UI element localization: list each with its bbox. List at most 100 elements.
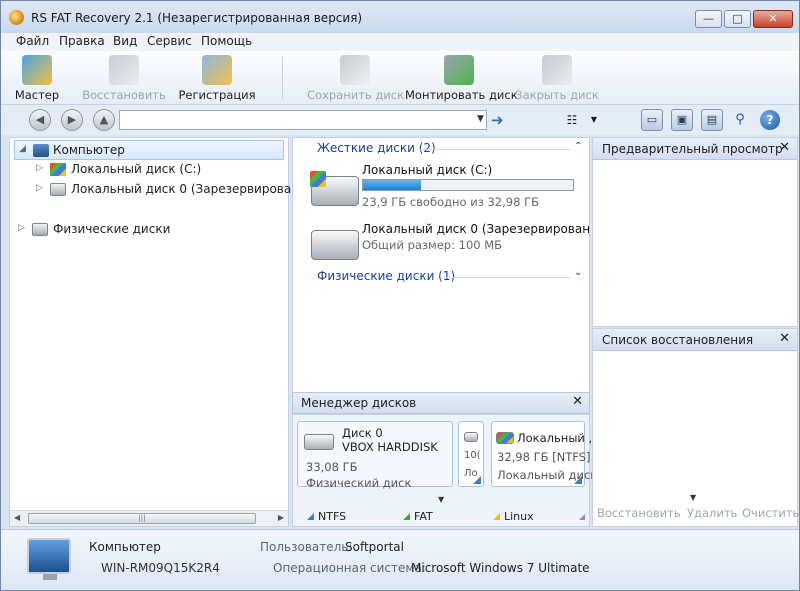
- up-button[interactable]: ▲: [93, 109, 115, 131]
- disk-manager-header: Менеджер дисков ✕: [292, 392, 590, 414]
- master-button[interactable]: Мастер: [9, 51, 65, 105]
- windows-drive-icon: [496, 432, 514, 444]
- close-icon[interactable]: ✕: [779, 331, 790, 346]
- view-dropdown-icon[interactable]: ▼: [585, 111, 603, 129]
- disk-item-local-c[interactable]: Локальный диск (C:) 23,9 ГБ свободно из …: [293, 160, 589, 212]
- wizard-icon: [22, 55, 52, 85]
- close-icon[interactable]: ✕: [779, 140, 790, 155]
- save-icon[interactable]: ▤: [701, 109, 723, 131]
- disk-view-icon[interactable]: ▭: [641, 109, 663, 131]
- drive-icon: [464, 432, 478, 442]
- restore-icon: [109, 55, 139, 85]
- physical-disks-header[interactable]: Физические диски (1): [317, 269, 455, 283]
- windows-drive-icon: [50, 163, 66, 176]
- disk-manager-panel: Диск 0 VBOX HARDDISK 33,08 ГБ Физический…: [292, 414, 597, 527]
- expand-down-icon[interactable]: ▼: [438, 495, 444, 504]
- usage-bar-fill: [363, 180, 421, 190]
- save-disk-icon: [340, 55, 370, 85]
- computer-icon: [27, 538, 71, 580]
- forward-button[interactable]: ▶: [61, 109, 83, 131]
- image-view-icon[interactable]: ▣: [671, 109, 693, 131]
- back-button[interactable]: ◀: [29, 109, 51, 131]
- status-bar: Компьютер WIN-RM09Q15K2R4 Пользователь: …: [1, 529, 799, 590]
- address-bar: ◀ ▶ ▲ ▼ ➜ ☷ ▼ ▭ ▣ ▤ ⚲ ?: [1, 105, 799, 135]
- disk-item-local-0[interactable]: Локальный диск 0 (Зарезервирован Общий р…: [293, 218, 590, 262]
- close-disk-button[interactable]: Закрыть диск: [515, 51, 599, 105]
- group-divider: [443, 277, 570, 278]
- app-icon: [9, 10, 24, 25]
- expand-down-icon[interactable]: ▼: [690, 493, 696, 502]
- drive-icon: [311, 230, 359, 260]
- horizontal-scrollbar[interactable]: ◀ ||| ▶: [10, 510, 288, 526]
- legend-linux: Linux: [493, 510, 534, 523]
- scroll-left-icon[interactable]: ◀: [14, 513, 20, 522]
- menu-file[interactable]: Файл: [16, 34, 49, 48]
- os-label: Операционная система:: [273, 561, 426, 575]
- arrow-right-icon[interactable]: ➜: [491, 111, 504, 129]
- toolbar: Мастер Восстановить Регистрация Сохранит…: [1, 51, 799, 105]
- ntfs-marker: [473, 476, 481, 484]
- recovery-list-panel: Список восстановления ✕ ▼ Восстановить У…: [592, 328, 799, 527]
- mount-disk-icon: [444, 55, 474, 85]
- delete-action-button[interactable]: Удалить: [687, 506, 737, 520]
- menu-help[interactable]: Помощь: [201, 34, 252, 48]
- group-divider: [420, 149, 570, 150]
- preview-header: Предварительный просмотр ✕: [593, 138, 797, 160]
- close-disk-icon: [542, 55, 572, 85]
- clear-action-button[interactable]: Очистить: [742, 506, 799, 520]
- minimize-button[interactable]: —: [695, 10, 722, 28]
- os-value: Microsoft Windows 7 Ultimate: [411, 561, 590, 575]
- recovery-list-header: Список восстановления ✕: [593, 329, 797, 351]
- close-icon[interactable]: ✕: [572, 394, 583, 409]
- collapse-icon[interactable]: ◢: [19, 144, 26, 154]
- recovery-actions: Восстановить Удалить Очистить: [593, 504, 799, 524]
- title-bar: RS FAT Recovery 2.1 (Незарегистрированна…: [1, 1, 799, 33]
- register-button[interactable]: Регистрация: [177, 51, 257, 105]
- scroll-thumb[interactable]: |||: [28, 513, 256, 524]
- tree-item-computer[interactable]: ◢ Компьютер: [14, 140, 284, 160]
- scroll-right-icon[interactable]: ▶: [278, 513, 284, 522]
- drive-icon: [304, 434, 334, 450]
- drive-icon: [50, 183, 66, 196]
- restore-button[interactable]: Восстановить: [79, 51, 169, 105]
- window-title: RS FAT Recovery 2.1 (Незарегистрированна…: [31, 11, 363, 25]
- menu-bar: Файл Правка Вид Сервис Помощь: [1, 33, 799, 51]
- expand-icon[interactable]: ▷: [36, 183, 43, 193]
- user-value: Softportal: [345, 540, 404, 554]
- user-label: Пользователь:: [260, 540, 353, 554]
- resize-grip-icon[interactable]: [579, 514, 585, 520]
- preview-panel: Предварительный просмотр ✕: [592, 137, 798, 327]
- maximize-button[interactable]: □: [724, 10, 751, 28]
- expand-icon[interactable]: ▷: [18, 223, 25, 233]
- disk-card-reserved[interactable]: 10( Ло: [458, 421, 484, 487]
- disk-card-local-c[interactable]: Локальный , 32,98 ГБ [NTFS] Локальный ди…: [491, 421, 597, 487]
- search-icon[interactable]: ⚲: [731, 111, 749, 129]
- help-icon[interactable]: ?: [760, 110, 780, 130]
- restore-action-button[interactable]: Восстановить: [597, 506, 681, 520]
- menu-service[interactable]: Сервис: [147, 34, 192, 48]
- save-disk-button[interactable]: Сохранить диск: [307, 51, 404, 105]
- app-window: RS FAT Recovery 2.1 (Незарегистрированна…: [0, 0, 800, 591]
- usage-bar: [362, 179, 574, 191]
- expand-icon[interactable]: ▷: [36, 163, 43, 173]
- legend-ntfs: NTFS: [307, 510, 346, 523]
- menu-edit[interactable]: Правка: [59, 34, 105, 48]
- register-icon: [202, 55, 232, 85]
- view-mode-icon[interactable]: ☷: [563, 111, 581, 129]
- ntfs-marker: [574, 476, 582, 484]
- computer-icon: [33, 144, 49, 157]
- drive-icon: [32, 223, 48, 236]
- close-button[interactable]: ✕: [753, 10, 793, 28]
- windows-drive-icon: [310, 171, 359, 206]
- folder-tree-panel: ◢ Компьютер ▷ Локальный диск (C:) ▷ Лока…: [9, 137, 325, 527]
- status-name: Компьютер: [89, 540, 161, 554]
- toolbar-separator: [282, 57, 283, 99]
- status-host: WIN-RM09Q15K2R4: [101, 561, 220, 575]
- mount-disk-button[interactable]: Монтировать диск: [405, 51, 518, 105]
- chevron-down-icon[interactable]: ⌄: [574, 267, 582, 278]
- chevron-up-icon[interactable]: ⌃: [574, 141, 582, 152]
- disk-card-physical[interactable]: Диск 0 VBOX HARDDISK 33,08 ГБ Физический…: [297, 421, 453, 490]
- hard-disks-header[interactable]: Жесткие диски (2): [317, 141, 436, 155]
- address-input[interactable]: [119, 110, 487, 130]
- menu-view[interactable]: Вид: [113, 34, 137, 48]
